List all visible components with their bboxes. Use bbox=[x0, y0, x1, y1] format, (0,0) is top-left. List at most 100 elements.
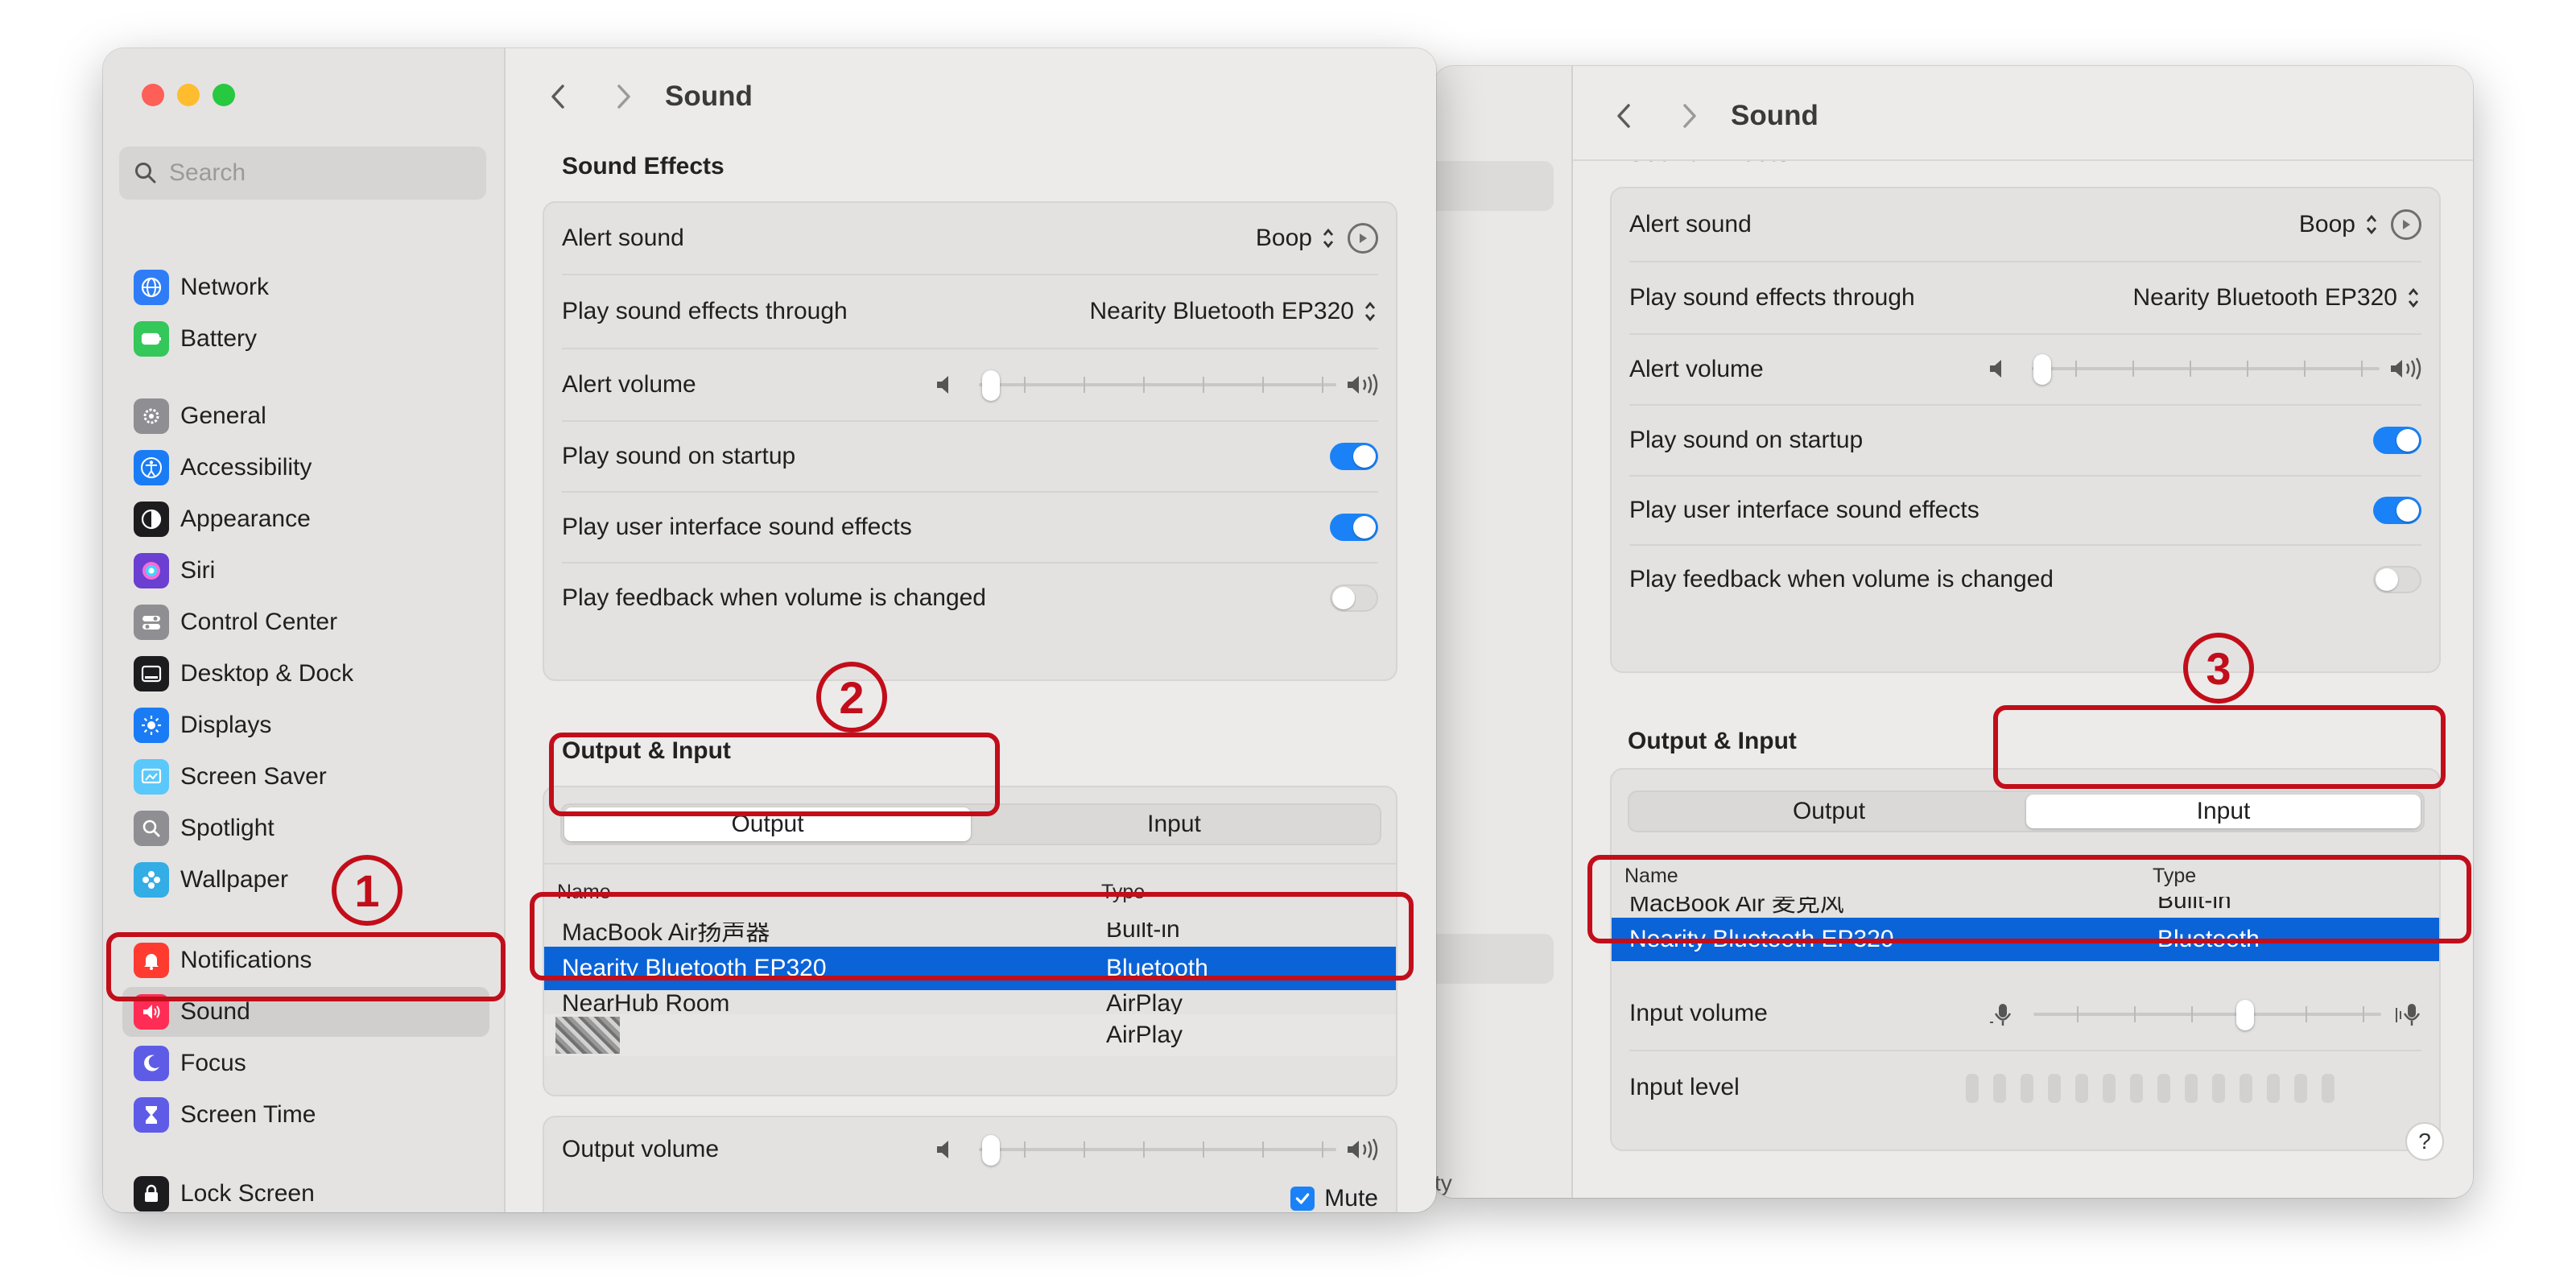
toggle-thumb bbox=[2376, 568, 2398, 591]
help-button[interactable]: ? bbox=[2405, 1122, 2444, 1161]
startup-sound-row: Play sound on startup bbox=[1612, 406, 2439, 475]
sidebar-item-siri[interactable]: Siri bbox=[122, 546, 489, 596]
speaker-low-icon bbox=[937, 376, 948, 394]
blurred-device-name-image bbox=[555, 1017, 620, 1054]
sound-effects-card: Alert sound Boop Play sound effects thro… bbox=[543, 201, 1397, 681]
startup-sound-row: Play sound on startup bbox=[544, 422, 1396, 491]
annotation-box-output-tab bbox=[549, 733, 1000, 816]
feedback-sound-toggle[interactable] bbox=[2373, 566, 2421, 593]
search-field[interactable] bbox=[119, 147, 486, 200]
row-label: Play sound effects through bbox=[1629, 284, 1915, 311]
moon-icon bbox=[134, 1046, 169, 1081]
sidebar-item-appearance[interactable]: Appearance bbox=[122, 494, 489, 544]
slider-tick bbox=[1084, 1141, 1085, 1158]
back-button[interactable] bbox=[1605, 97, 1644, 135]
startup-sound-toggle[interactable] bbox=[2373, 427, 2421, 454]
row-label: Play sound effects through bbox=[562, 298, 848, 324]
output-input-segmented[interactable]: Output Input bbox=[1628, 791, 2425, 832]
lock-icon bbox=[134, 1176, 169, 1212]
play-alert-button[interactable] bbox=[1348, 223, 1378, 254]
slider-tick bbox=[2134, 1006, 2136, 1022]
tab-output[interactable]: Output bbox=[1632, 795, 2026, 828]
sidebar-item-screen-saver[interactable]: Screen Saver bbox=[122, 752, 489, 802]
speaker-low-icon bbox=[1990, 360, 2001, 378]
table-row[interactable]: AirPlay bbox=[544, 1014, 1396, 1056]
row-label: Alert sound bbox=[562, 225, 684, 251]
sidebar-item-accessibility[interactable]: Accessibility bbox=[122, 443, 489, 493]
forward-button[interactable] bbox=[604, 77, 642, 116]
window-controls bbox=[142, 84, 235, 106]
sun-icon bbox=[134, 708, 169, 743]
back-button[interactable] bbox=[539, 77, 578, 116]
sidebar-item-lock-screen[interactable]: Lock Screen bbox=[122, 1169, 489, 1212]
ui-sound-row: Play user interface sound effects bbox=[544, 493, 1396, 562]
sidebar-item-desktop-dock[interactable]: Desktop & Dock bbox=[122, 649, 489, 699]
search-input[interactable] bbox=[169, 159, 459, 187]
control-center-icon bbox=[134, 605, 169, 640]
row-label: Play user interface sound effects bbox=[1629, 497, 1979, 523]
speaker-high-icon bbox=[2391, 357, 2421, 380]
row-label: Play sound on startup bbox=[1629, 427, 1864, 453]
output-volume-slider[interactable] bbox=[934, 1133, 1381, 1166]
play-icon bbox=[2403, 220, 2410, 229]
close-button[interactable] bbox=[142, 84, 164, 106]
sidebar-item-network[interactable]: Network bbox=[122, 262, 489, 312]
sound-effects-card: Alert sound Boop Play sound effects thro… bbox=[1610, 187, 2441, 673]
slider-tick bbox=[1143, 1141, 1145, 1158]
sidebar-item-focus[interactable]: Focus bbox=[122, 1038, 489, 1088]
tab-input[interactable]: Input bbox=[2026, 795, 2421, 828]
sidebar-ghost-item bbox=[1433, 161, 1554, 211]
startup-sound-toggle[interactable] bbox=[1330, 443, 1378, 470]
flower-icon bbox=[134, 862, 169, 898]
screen-saver-icon bbox=[134, 759, 169, 795]
level-segment bbox=[2075, 1074, 2088, 1103]
tab-input[interactable]: Input bbox=[971, 807, 1377, 841]
zoom-button[interactable] bbox=[213, 84, 235, 106]
sidebar-item-control-center[interactable]: Control Center bbox=[122, 597, 489, 647]
sidebar-item-wallpaper[interactable]: Wallpaper bbox=[122, 855, 489, 905]
alert-sound-select[interactable]: Boop bbox=[2299, 211, 2380, 238]
play-alert-button[interactable] bbox=[2391, 209, 2421, 240]
slider-knob[interactable] bbox=[982, 370, 1000, 401]
slider-track bbox=[979, 1148, 1336, 1151]
alert-sound-select[interactable]: Boop bbox=[1256, 225, 1336, 252]
minimize-button[interactable] bbox=[177, 84, 200, 106]
level-segment bbox=[2185, 1074, 2198, 1103]
level-segment bbox=[2212, 1074, 2225, 1103]
sidebar-item-spotlight[interactable]: Spotlight bbox=[122, 803, 489, 853]
annotation-number-3: 3 bbox=[2183, 633, 2254, 704]
annotation-box-output-device bbox=[530, 892, 1414, 980]
input-volume-slider[interactable] bbox=[1988, 998, 2426, 1030]
slider-track bbox=[979, 383, 1336, 386]
annotation-box-input-tab bbox=[1993, 705, 2446, 789]
select-value: Boop bbox=[1255, 225, 1312, 251]
sidebar-item-general[interactable]: General bbox=[122, 391, 489, 441]
mute-checkbox[interactable]: Mute bbox=[1290, 1185, 1378, 1212]
slider-knob[interactable] bbox=[2033, 354, 2051, 385]
section-title-output-input: Output & Input bbox=[1628, 728, 1797, 754]
slider-knob[interactable] bbox=[982, 1135, 1000, 1166]
level-segment bbox=[2157, 1074, 2170, 1103]
effects-device-select[interactable]: Nearity Bluetooth EP320 bbox=[2132, 284, 2421, 312]
ui-sound-toggle[interactable] bbox=[1330, 514, 1378, 541]
table-row[interactable]: NearHub Room AirPlay bbox=[544, 990, 1396, 1014]
sidebar-item-displays[interactable]: Displays bbox=[122, 700, 489, 750]
sidebar-item-battery[interactable]: Battery bbox=[122, 314, 489, 364]
slider-tick bbox=[1143, 377, 1145, 393]
slider-knob[interactable] bbox=[2236, 1000, 2254, 1030]
device-type: AirPlay bbox=[1106, 990, 1183, 1014]
output-volume-card: Output volume Mute bbox=[543, 1116, 1397, 1212]
slider-tick bbox=[1203, 377, 1204, 393]
chevron-left-icon bbox=[551, 85, 564, 109]
slider-tick bbox=[1322, 377, 1323, 393]
alert-volume-slider[interactable] bbox=[1987, 353, 2425, 385]
effects-device-select[interactable]: Nearity Bluetooth EP320 bbox=[1089, 298, 1378, 325]
sidebar-item-screen-time[interactable]: Screen Time bbox=[122, 1090, 489, 1140]
feedback-sound-toggle[interactable] bbox=[1330, 584, 1378, 612]
select-value: Nearity Bluetooth EP320 bbox=[1089, 298, 1354, 324]
sidebar-item-label: Focus bbox=[180, 1050, 246, 1076]
alert-volume-slider[interactable] bbox=[934, 369, 1381, 401]
ui-sound-toggle[interactable] bbox=[2373, 497, 2421, 524]
sidebar-item-label: General bbox=[180, 402, 266, 429]
forward-button[interactable] bbox=[1670, 97, 1708, 135]
